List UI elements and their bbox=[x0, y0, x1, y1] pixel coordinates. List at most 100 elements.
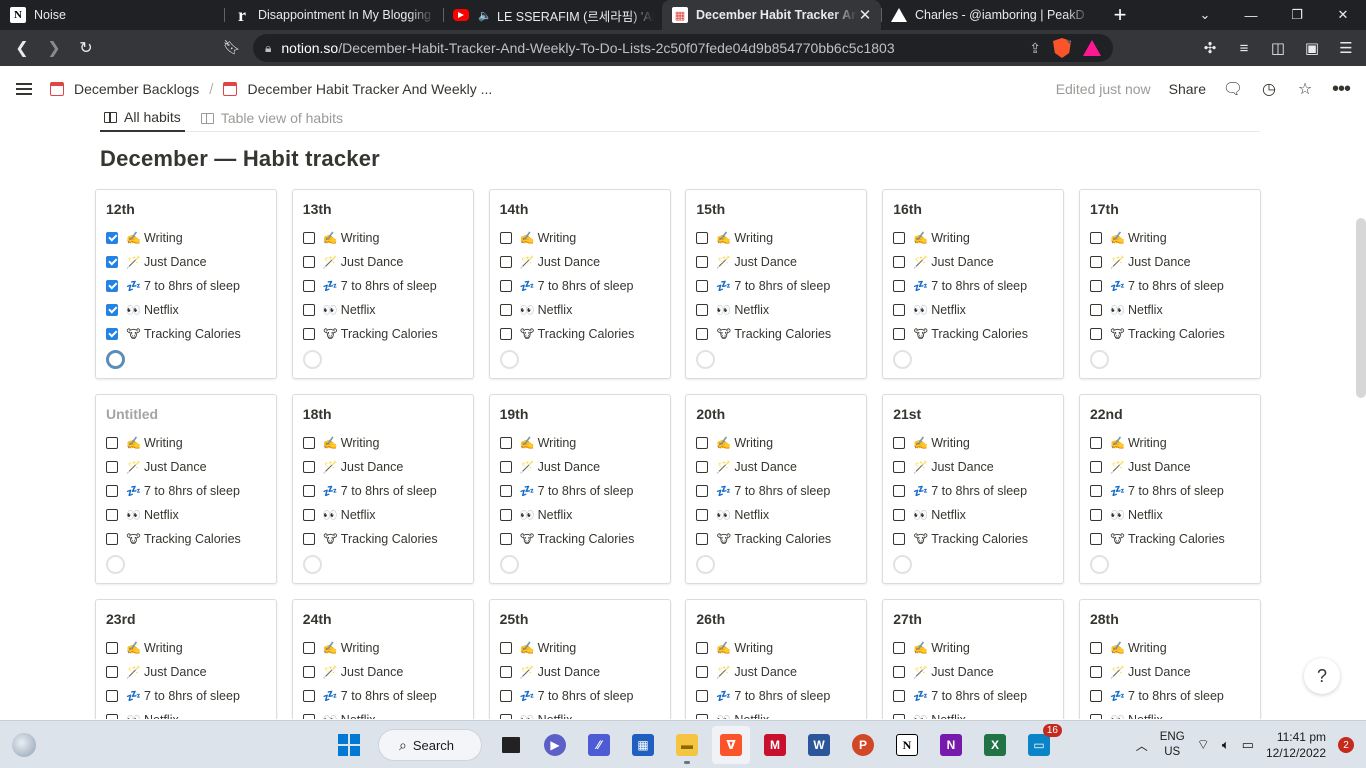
habit-checkbox[interactable] bbox=[302, 666, 315, 678]
habit-checkbox[interactable] bbox=[302, 485, 315, 497]
habit-checkbox[interactable] bbox=[696, 232, 709, 244]
brave-rewards-icon[interactable] bbox=[1083, 40, 1101, 56]
habit-checkbox[interactable] bbox=[1089, 642, 1102, 654]
habit-checkbox[interactable] bbox=[302, 690, 315, 702]
habit-checkbox[interactable] bbox=[499, 437, 512, 449]
tab-table-view[interactable]: Table view of habits bbox=[197, 112, 347, 132]
habit-checkbox[interactable] bbox=[499, 485, 512, 497]
habit-checkbox[interactable] bbox=[499, 509, 512, 521]
habit-card[interactable]: 22nd ✍️ Writing 🪄 Just Dance 💤 7 to 8hrs of sl… bbox=[1078, 394, 1261, 584]
habit-checkbox[interactable] bbox=[499, 280, 512, 292]
habit-checkbox[interactable] bbox=[302, 533, 315, 545]
habit-checkbox[interactable] bbox=[302, 437, 315, 449]
habit-checkbox[interactable] bbox=[106, 533, 118, 545]
back-icon[interactable]: ❮ bbox=[6, 32, 38, 64]
habit-checkbox[interactable] bbox=[499, 461, 512, 473]
wifi-icon[interactable]: ⌔ bbox=[1197, 736, 1210, 754]
habit-checkbox[interactable] bbox=[893, 642, 906, 654]
brave-browser-icon[interactable]: ᐁ bbox=[712, 726, 750, 764]
habit-checkbox[interactable] bbox=[106, 437, 118, 449]
habit-checkbox[interactable] bbox=[302, 256, 315, 268]
remote-desktop-icon[interactable]: ▭ 16 bbox=[1020, 724, 1062, 764]
habit-checkbox[interactable] bbox=[302, 509, 315, 521]
onenote-icon[interactable]: N bbox=[932, 726, 970, 764]
habit-checkbox[interactable] bbox=[1089, 485, 1102, 497]
habit-card[interactable]: Untitled ✍️ Writing 🪄 Just Dance 💤 7 to 8hrs o… bbox=[95, 394, 277, 584]
habit-checkbox[interactable] bbox=[106, 642, 118, 654]
habit-checkbox[interactable] bbox=[1089, 666, 1102, 678]
habit-checkbox[interactable] bbox=[302, 328, 315, 340]
url-text[interactable]: notion.so/December-Habit-Tracker-And-Wee… bbox=[281, 40, 1029, 56]
wallet-icon[interactable]: ▣ bbox=[1300, 34, 1324, 62]
habit-checkbox[interactable] bbox=[893, 256, 906, 268]
habit-checkbox[interactable] bbox=[696, 437, 709, 449]
habit-checkbox[interactable] bbox=[106, 509, 118, 521]
battery-icon[interactable]: ▭ bbox=[1242, 737, 1254, 753]
playlist-icon[interactable]: ≡ bbox=[1232, 34, 1256, 62]
history-icon[interactable]: ◷ bbox=[1260, 80, 1278, 98]
habit-checkbox[interactable] bbox=[106, 690, 118, 702]
habit-checkbox[interactable] bbox=[499, 256, 512, 268]
show-hidden-icons[interactable]: ︿ bbox=[1136, 737, 1148, 754]
habit-checkbox[interactable] bbox=[1089, 280, 1102, 292]
volume-icon[interactable]: 🔈︎ bbox=[1222, 737, 1230, 753]
scrollbar[interactable] bbox=[1356, 218, 1366, 398]
habit-checkbox[interactable] bbox=[696, 533, 709, 545]
help-button[interactable]: ? bbox=[1304, 658, 1340, 694]
speaker-icon[interactable]: 🔈 bbox=[477, 7, 493, 23]
habit-checkbox[interactable] bbox=[1089, 256, 1102, 268]
habit-card[interactable]: 19th ✍️ Writing 🪄 Just Dance 💤 7 to 8hrs of sl… bbox=[488, 394, 671, 584]
habit-card[interactable]: 13th ✍️ Writing 🪄 Just Dance 💤 7 to 8hrs of sl… bbox=[291, 189, 474, 379]
weather-icon[interactable] bbox=[12, 733, 36, 757]
word-icon[interactable]: W bbox=[800, 726, 838, 764]
habit-card[interactable]: 16th ✍️ Writing 🪄 Just Dance 💤 7 to 8hrs of sl… bbox=[882, 189, 1065, 379]
task-view-icon[interactable] bbox=[492, 726, 530, 764]
store-icon[interactable]: ▦ bbox=[624, 726, 662, 764]
habit-checkbox[interactable] bbox=[1089, 437, 1102, 449]
breadcrumb-item-backlogs[interactable]: December Backlogs bbox=[74, 81, 199, 97]
browser-tab-3[interactable]: ▦ December Habit Tracker And W ✕ bbox=[662, 0, 881, 30]
browser-tab-0[interactable]: N Noise bbox=[0, 0, 224, 30]
habit-checkbox[interactable] bbox=[499, 666, 512, 678]
mcafee-icon[interactable]: M bbox=[756, 726, 794, 764]
habit-checkbox[interactable] bbox=[1089, 509, 1102, 521]
habit-checkbox[interactable] bbox=[696, 509, 709, 521]
notion-app-icon[interactable]: N bbox=[888, 726, 926, 764]
habit-card[interactable]: 21st ✍️ Writing 🪄 Just Dance 💤 7 to 8hrs of sl… bbox=[882, 394, 1065, 584]
habit-checkbox[interactable] bbox=[893, 280, 906, 292]
excel-icon[interactable]: X bbox=[976, 726, 1014, 764]
habit-checkbox[interactable] bbox=[696, 666, 709, 678]
habit-checkbox[interactable] bbox=[893, 690, 906, 702]
habit-checkbox[interactable] bbox=[696, 714, 709, 719]
database-title[interactable]: December — Habit tracker bbox=[100, 146, 380, 172]
habit-checkbox[interactable] bbox=[106, 328, 118, 340]
sidebar-toggle-icon[interactable] bbox=[16, 80, 32, 98]
lock-icon[interactable]: 🔒︎ bbox=[265, 41, 271, 56]
habit-card[interactable]: 12th ✍️ Writing 🪄 Just Dance 💤 7 to 8hrs of sl… bbox=[95, 189, 277, 379]
extensions-icon[interactable]: ✣ bbox=[1198, 34, 1222, 62]
habit-checkbox[interactable] bbox=[1089, 232, 1102, 244]
habit-card[interactable]: 24th ✍️ Writing 🪄 Just Dance 💤 7 to 8hrs of sl… bbox=[291, 599, 474, 719]
habit-checkbox[interactable] bbox=[893, 232, 906, 244]
more-options-icon[interactable]: ••• bbox=[1332, 78, 1351, 100]
habit-checkbox[interactable] bbox=[302, 304, 315, 316]
start-button[interactable] bbox=[330, 726, 368, 764]
habit-checkbox[interactable] bbox=[696, 328, 709, 340]
tab-search-icon[interactable]: ⌄ bbox=[1182, 0, 1228, 30]
habit-checkbox[interactable] bbox=[106, 714, 118, 719]
habit-card[interactable]: 28th ✍️ Writing 🪄 Just Dance 💤 7 to 8hrs of sl… bbox=[1078, 599, 1261, 719]
habit-checkbox[interactable] bbox=[1089, 714, 1102, 719]
habit-checkbox[interactable] bbox=[499, 714, 512, 719]
habit-card[interactable]: 17th ✍️ Writing 🪄 Just Dance 💤 7 to 8hrs of sl… bbox=[1078, 189, 1261, 379]
habit-checkbox[interactable] bbox=[893, 714, 906, 719]
habit-checkbox[interactable] bbox=[696, 280, 709, 292]
favorite-star-icon[interactable]: ☆ bbox=[1296, 80, 1314, 98]
habit-checkbox[interactable] bbox=[499, 642, 512, 654]
input-language[interactable]: ENG US bbox=[1160, 730, 1185, 760]
close-tab-icon[interactable]: ✕ bbox=[857, 6, 873, 24]
browser-tab-4[interactable]: Charles - @iamboring | PeakD bbox=[881, 0, 1100, 30]
new-tab-icon[interactable]: + bbox=[1100, 0, 1140, 30]
search-box[interactable]: ⌕ Search bbox=[378, 729, 482, 761]
habit-checkbox[interactable] bbox=[499, 328, 512, 340]
habit-card[interactable]: 23rd ✍️ Writing 🪄 Just Dance 💤 7 to 8hrs of sl… bbox=[95, 599, 277, 719]
